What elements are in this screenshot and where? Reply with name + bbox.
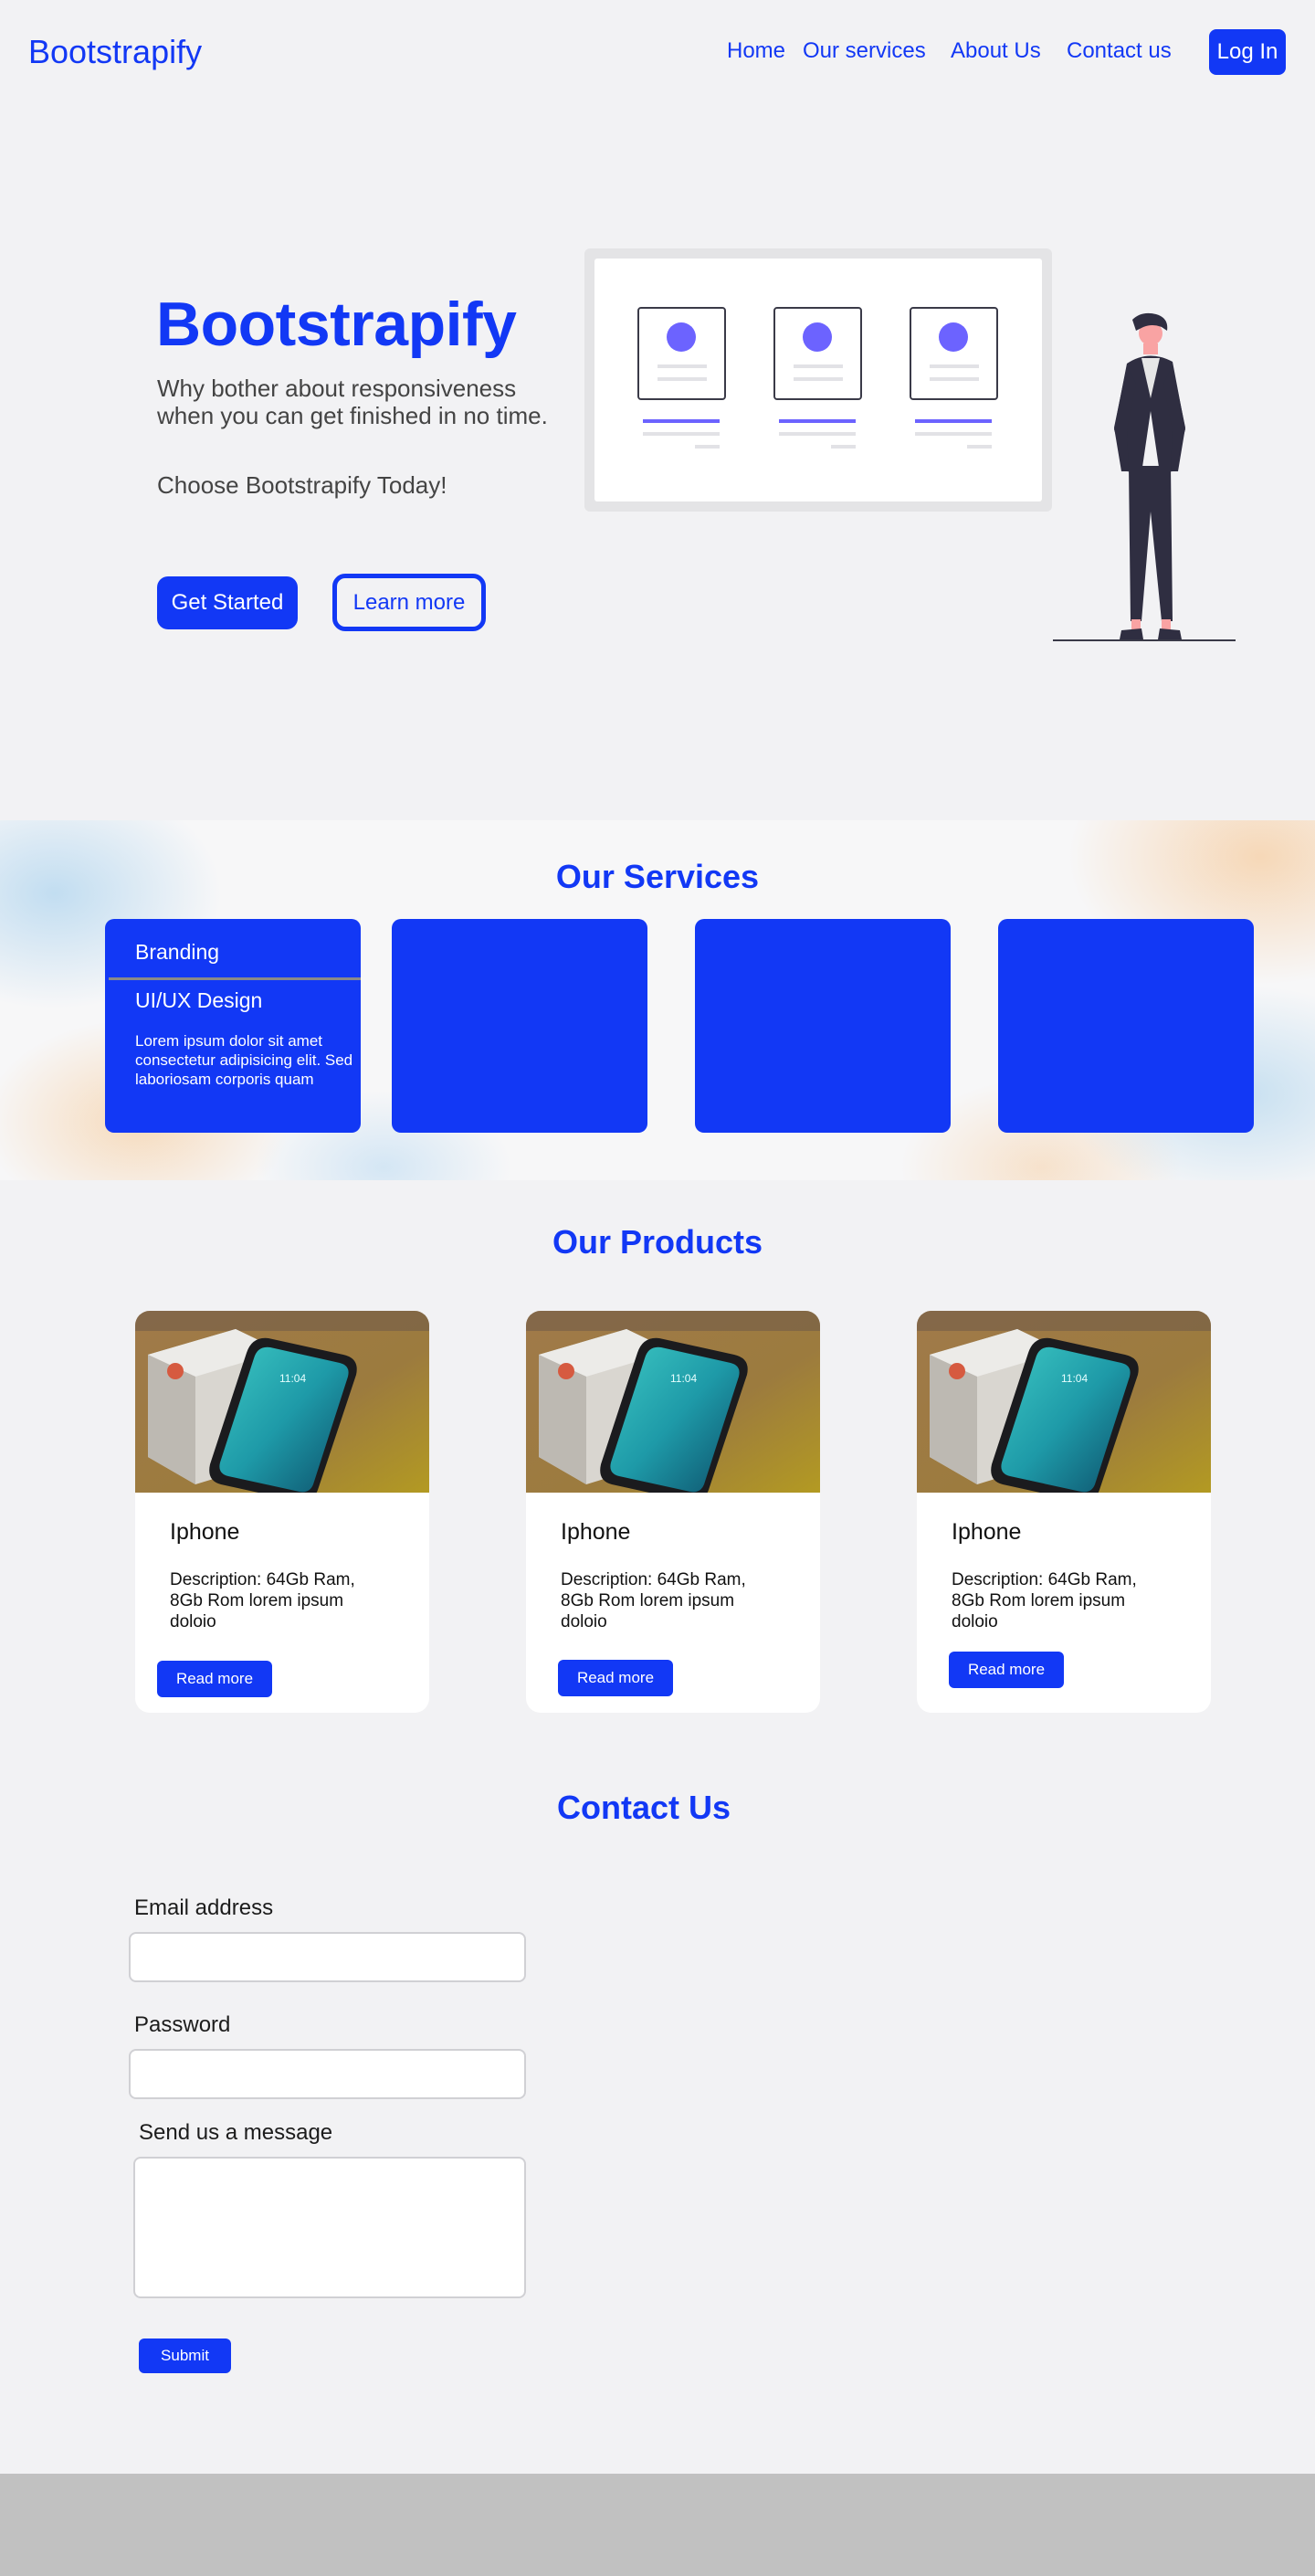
nav-link-about-us[interactable]: About Us (951, 38, 1041, 64)
read-more-button[interactable]: Read more (157, 1661, 272, 1697)
service-card-2[interactable] (392, 919, 647, 1133)
hero-title: Bootstrapify (156, 290, 517, 359)
product-image: 11:04 (917, 1311, 1211, 1502)
product-description: Description: 64Gb Ram, 8Gb Rom lorem ips… (561, 1570, 746, 1631)
services-title: Our Services (555, 858, 760, 895)
password-label: Password (134, 2012, 231, 2037)
product-name: Iphone (952, 1519, 1022, 1545)
get-started-button[interactable]: Get Started (157, 576, 298, 629)
footer (0, 2474, 1315, 2576)
nav-link-home[interactable]: Home (727, 38, 785, 64)
product-description: Description: 64Gb Ram, 8Gb Rom lorem ips… (170, 1570, 355, 1631)
product-card: 11:04 Iphone Description: 64Gb Ram, 8Gb … (135, 1311, 429, 1713)
products-title: Our Products (552, 1223, 763, 1261)
service-card-subtitle: UI/UX Design (135, 988, 263, 1012)
service-card-4[interactable] (998, 919, 1254, 1133)
message-textarea[interactable] (133, 2157, 526, 2298)
brand-logo[interactable]: Bootstrapify (28, 33, 202, 71)
read-more-button[interactable]: Read more (949, 1652, 1064, 1688)
product-image: 11:04 (526, 1311, 820, 1502)
nav-link-our-services[interactable]: Our services (803, 38, 926, 64)
read-more-button[interactable]: Read more (558, 1660, 673, 1696)
hero-cta-text: Choose Bootstrapify Today! (157, 471, 447, 499)
email-field[interactable] (129, 1932, 526, 1982)
product-name: Iphone (561, 1519, 631, 1545)
service-card-branding[interactable]: Branding UI/UX Design Lorem ipsum dolor … (105, 919, 361, 1133)
product-description: Description: 64Gb Ram, 8Gb Rom lorem ips… (952, 1570, 1137, 1631)
hero-subtitle: Why bother about responsiveness when you… (157, 375, 548, 429)
service-card-divider (109, 977, 361, 980)
service-card-description: Lorem ipsum dolor sit amet consectetur a… (135, 1032, 353, 1088)
product-screen-time: 11:04 (1061, 1372, 1088, 1385)
hero-illustration (584, 248, 1236, 641)
password-field[interactable] (129, 2049, 526, 2099)
contact-title: Contact Us (556, 1789, 731, 1826)
services-section: Our Services Branding UI/UX Design Lorem… (0, 820, 1315, 1180)
message-label: Send us a message (139, 2120, 333, 2145)
service-card-title: Branding (135, 940, 220, 964)
product-card: 11:04 Iphone Description: 64Gb Ram, 8Gb … (917, 1311, 1211, 1713)
login-button[interactable]: Log In (1209, 29, 1286, 75)
product-screen-time: 11:04 (279, 1372, 306, 1385)
product-card: 11:04 Iphone Description: 64Gb Ram, 8Gb … (526, 1311, 820, 1713)
product-screen-time: 11:04 (670, 1372, 697, 1385)
learn-more-button[interactable]: Learn more (332, 574, 486, 631)
email-label: Email address (134, 1895, 274, 1920)
product-name: Iphone (170, 1519, 240, 1545)
nav-link-contact-us[interactable]: Contact us (1067, 38, 1172, 64)
product-image: 11:04 (135, 1311, 429, 1502)
service-card-3[interactable] (695, 919, 951, 1133)
standing-man-figure (1053, 312, 1236, 641)
submit-button[interactable]: Submit (139, 2338, 231, 2373)
navbar: Bootstrapify Home Our services About Us … (0, 0, 1315, 105)
